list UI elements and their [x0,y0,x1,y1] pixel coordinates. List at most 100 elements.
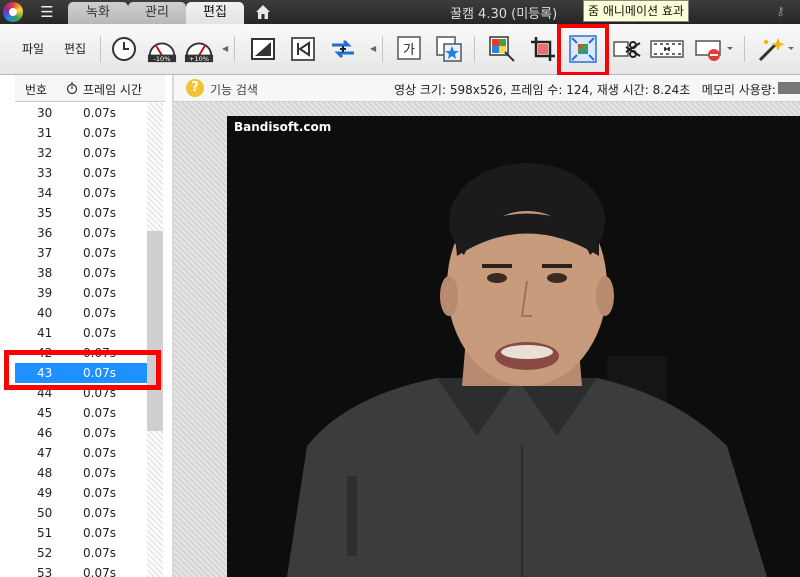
app-logo-icon[interactable] [3,2,23,22]
frame-delay-button[interactable] [109,34,139,64]
hamburger-menu-icon[interactable]: ☰ [38,4,56,20]
delete-frames-button[interactable] [694,34,734,64]
frame-row[interactable]: 32 0.07s [15,143,147,163]
frame-time: 0.07s [83,406,116,420]
color-filter-button[interactable] [487,34,517,64]
frame-time: 0.07s [83,106,116,120]
swap-arrows-icon [332,39,354,59]
frame-time: 0.07s [83,126,116,140]
frame-time: 0.07s [83,566,116,577]
column-number[interactable]: 번호 [25,81,47,98]
frame-row[interactable]: 39 0.07s [15,283,147,303]
frame-number: 47 [37,446,53,460]
key-icon[interactable]: ⚷ [776,4,796,18]
home-icon[interactable] [254,3,272,21]
frame-row[interactable]: 36 0.07s [15,223,147,243]
frame-number: 35 [37,206,53,220]
color-filter-icon [489,36,515,62]
frame-row[interactable]: 35 0.07s [15,203,147,223]
video-info: 영상 크기: 598x526, 프레임 수: 124, 재생 시간: 8.24초… [394,81,776,98]
selected-frame-highlight [4,350,161,390]
watermark: Bandisoft.com [234,120,332,134]
frame-row[interactable]: 53 0.07s [15,563,147,577]
edit-menu-button[interactable]: 편집 [64,40,86,57]
crop-frame-button[interactable] [248,34,278,64]
crop-button[interactable] [528,34,558,64]
frame-row[interactable]: 37 0.07s [15,243,147,263]
frame-row[interactable]: 51 0.07s [15,523,147,543]
tab-edit[interactable]: 편집 [186,2,244,24]
frame-row[interactable]: 45 0.07s [15,403,147,423]
scrollbar-thumb[interactable] [147,231,163,431]
frame-row[interactable]: 33 0.07s [15,163,147,183]
frame-row[interactable]: 49 0.07s [15,483,147,503]
insert-frame-button[interactable] [328,34,358,64]
zoom-animation-highlight [557,24,609,76]
frame-time: 0.07s [83,546,116,560]
frame-range-button[interactable] [650,34,684,64]
collapse-left-arrow-icon[interactable]: ◀ [222,44,228,53]
frame-time: 0.07s [83,226,116,240]
file-menu-button[interactable]: 파일 [22,40,44,57]
frame-list: 30 0.07s 31 0.07s 32 0.07s 33 0.07s 34 0.07s 35 0.0… [15,103,147,577]
frame-number: 37 [37,246,53,260]
remove-frames-icon [695,40,733,61]
zoom-animation-tooltip: 줌 애니메이션 효과 [583,0,689,22]
speed-down-button[interactable]: -10% [147,34,179,64]
frame-number: 45 [37,406,53,420]
frame-row[interactable]: 38 0.07s [15,263,147,283]
frame-row[interactable]: 47 0.07s [15,443,147,463]
frame-number: 32 [37,146,53,160]
collapse-left-arrow-icon[interactable]: ◀ [370,44,376,53]
frame-row[interactable]: 40 0.07s [15,303,147,323]
frame-row[interactable]: 50 0.07s [15,503,147,523]
frame-list-panel: 번호 프레임 시간 30 0.07s 31 0.07s 32 0.07s 33 0.07s 34… [0,75,172,577]
frame-number: 30 [37,106,53,120]
speed-down-label: -10% [154,55,171,63]
frame-number: 52 [37,546,53,560]
frame-row[interactable]: 31 0.07s [15,123,147,143]
frame-time: 0.07s [83,266,116,280]
frame-time: 0.07s [83,526,116,540]
column-frame-time[interactable]: 프레임 시간 [83,81,142,98]
frame-row[interactable]: 41 0.07s [15,323,147,343]
frame-time: 0.07s [83,486,116,500]
frame-time: 0.07s [83,326,116,340]
frame-list-scrollbar[interactable] [147,103,163,577]
video-info-text: 영상 크기: 598x526, 프레임 수: 124, 재생 시간: 8.24초 [394,83,691,97]
frame-row[interactable]: 52 0.07s [15,543,147,563]
add-text-button[interactable]: 가 [395,34,425,64]
frame-row[interactable]: 48 0.07s [15,463,147,483]
effects-wand-button[interactable] [756,34,796,64]
speed-up-button[interactable]: +10% [184,34,216,64]
toolbar-divider [234,36,235,62]
speed-up-label: +10% [189,55,209,63]
edit-toolbar: 파일 편집 -10% +10% ◀ ◀ 가 [0,24,800,75]
scissors-icon [613,41,641,58]
film-strip-icon [650,40,684,58]
tab-manage[interactable]: 관리 [128,2,186,24]
frame-time: 0.07s [83,186,116,200]
feature-search[interactable]: 기능 검색 [210,81,258,98]
video-frame-preview: Bandisoft.com [227,116,800,577]
frame-time: 0.07s [83,166,116,180]
toolbar-divider [100,36,101,62]
frame-number: 33 [37,166,53,180]
speed-up-gauge-icon: +10% [184,42,214,63]
frame-image-icon [251,38,275,60]
frame-time: 0.07s [83,446,116,460]
cut-button[interactable] [612,34,642,64]
frame-row[interactable]: 46 0.07s [15,423,147,443]
frame-row[interactable]: 30 0.07s [15,103,147,123]
speed-down-gauge-icon: -10% [147,42,177,63]
first-frame-button[interactable] [288,34,318,64]
toolbar-divider [382,36,383,62]
text-icon-label: 가 [403,43,415,58]
frame-row[interactable]: 34 0.07s [15,183,147,203]
frame-time: 0.07s [83,306,116,320]
stopwatch-icon [66,82,78,94]
tab-record[interactable]: 녹화 [68,2,128,24]
add-sticker-button[interactable] [434,34,464,64]
frame-number: 38 [37,266,53,280]
help-icon[interactable]: ? [186,79,204,97]
